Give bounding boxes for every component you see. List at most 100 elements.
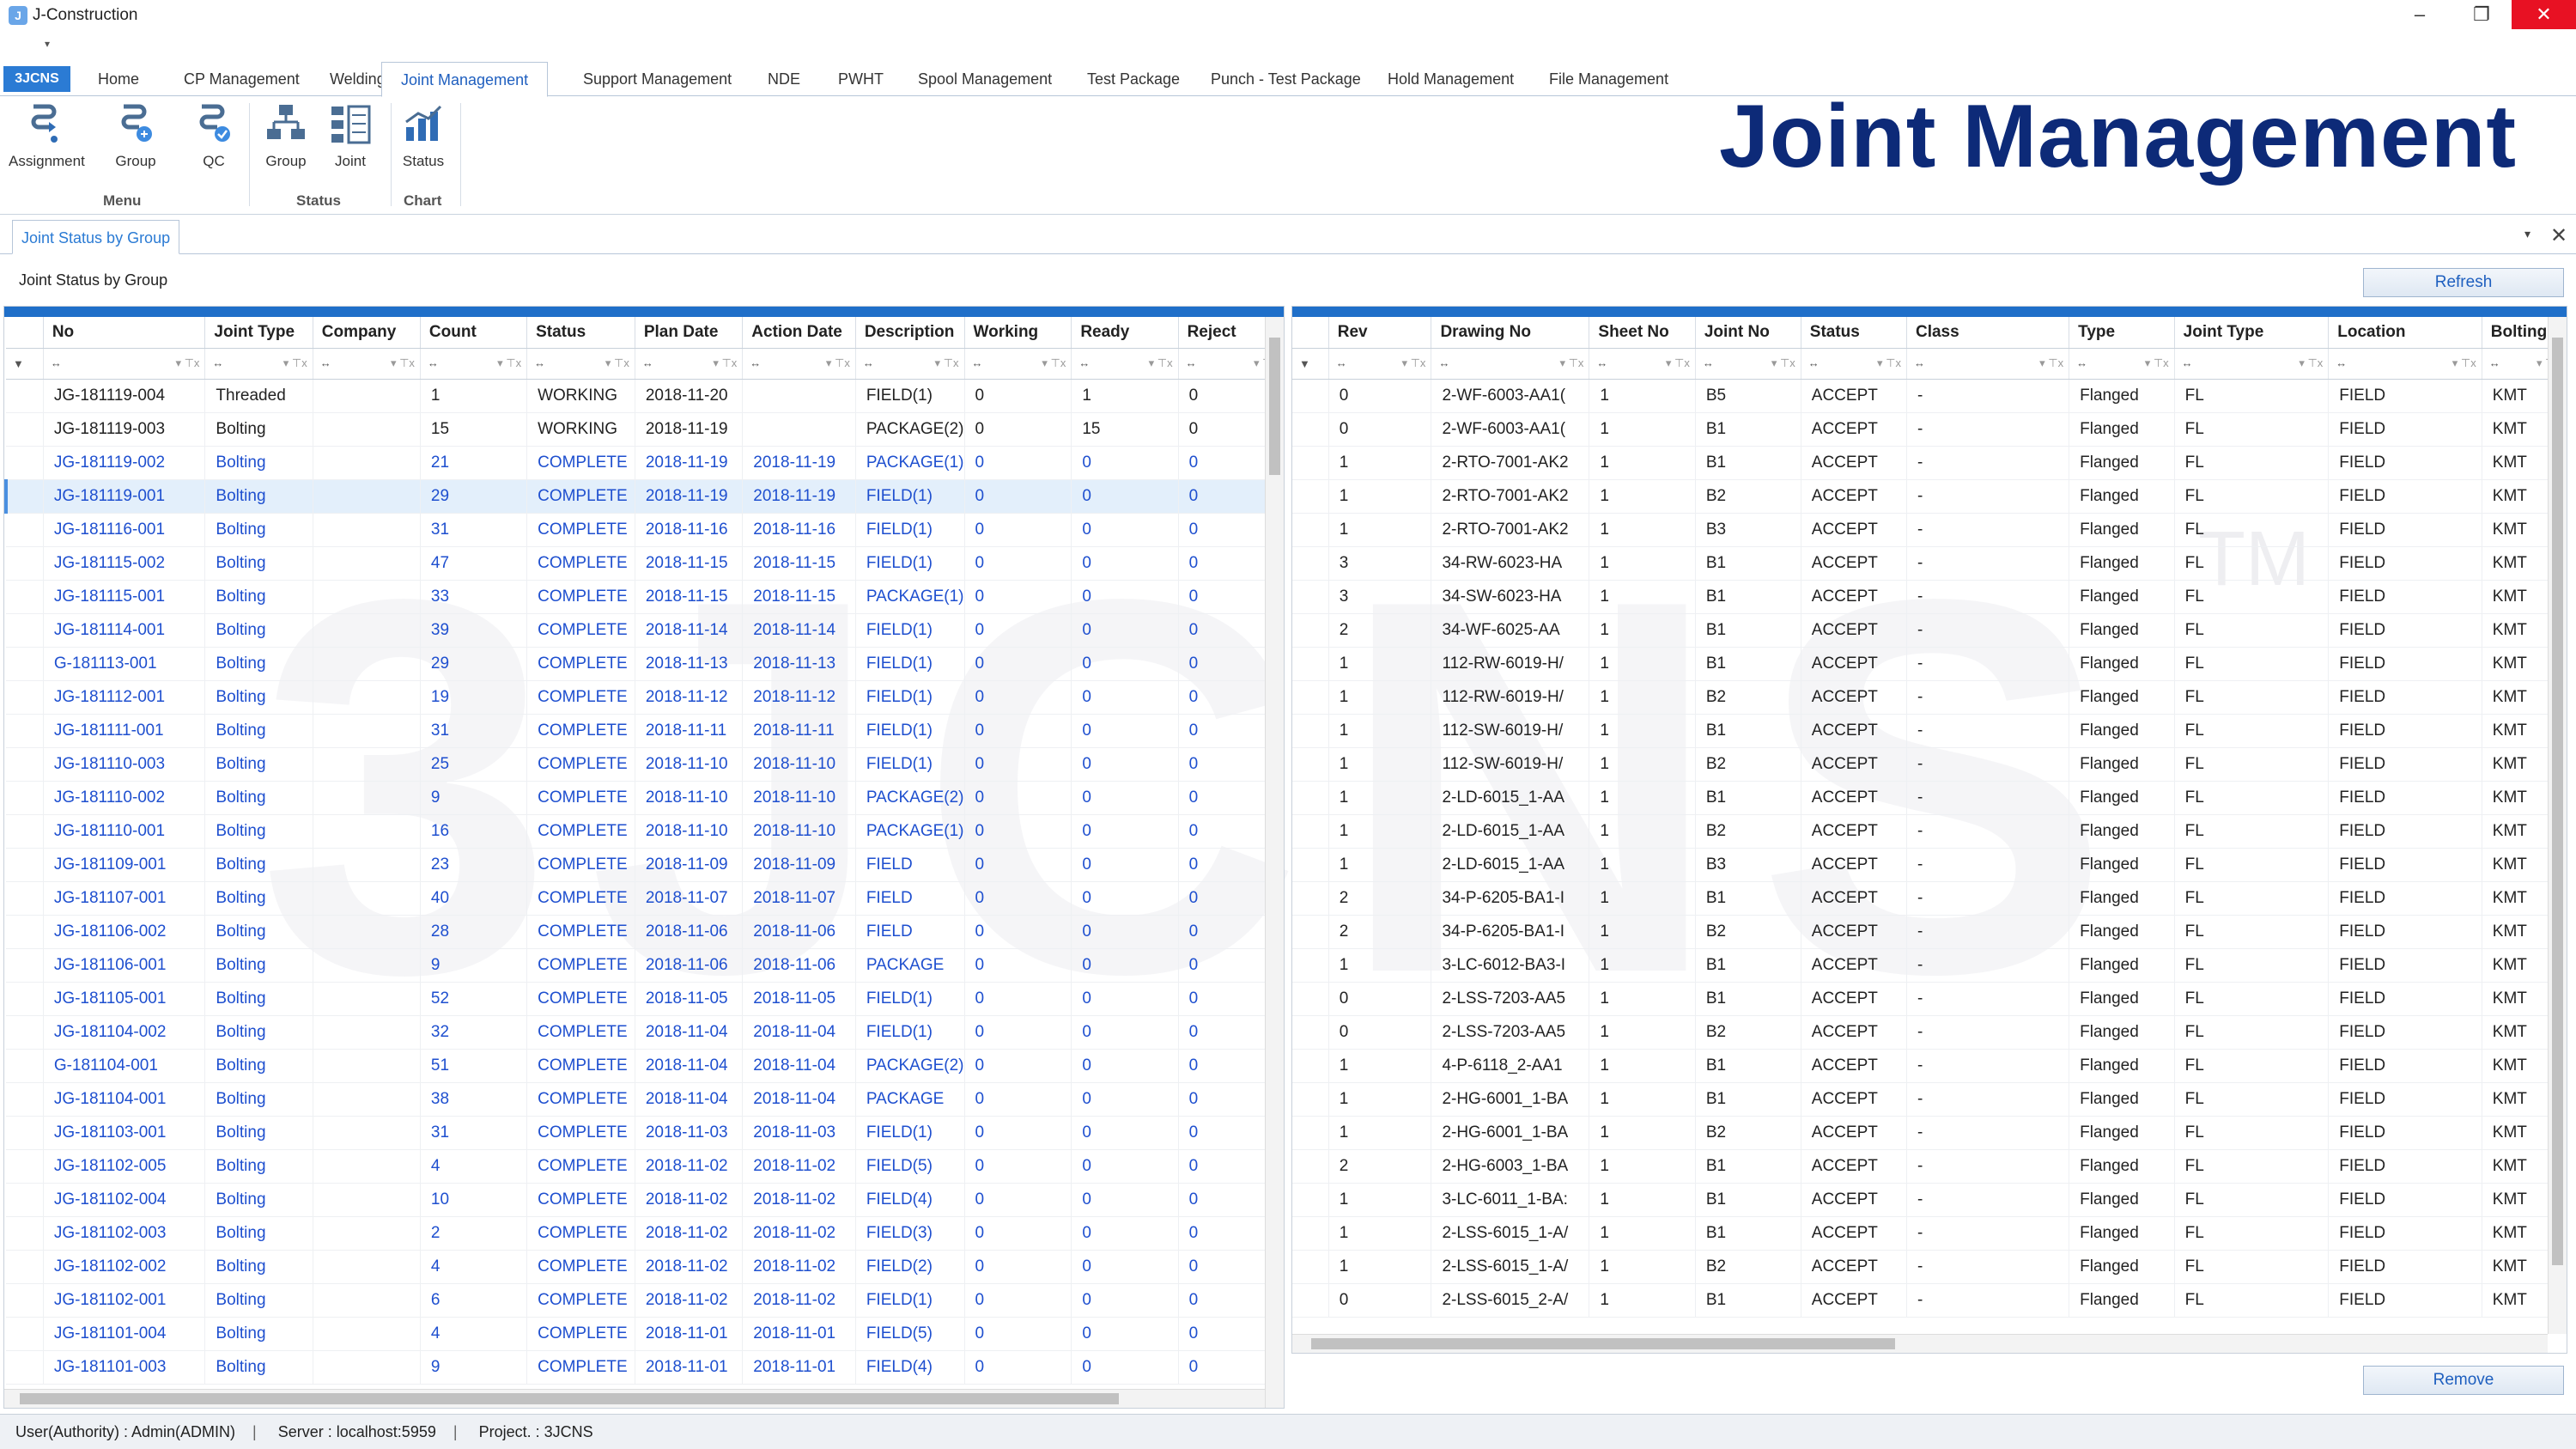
table-row[interactable]: JG-181115-002 Bolting 47 COMPLETE 2018-11-15… — [6, 546, 1284, 581]
table-row[interactable]: JG-181106-002 Bolting 28 COMPLETE 2018-11-06… — [6, 915, 1284, 949]
table-row[interactable]: 1 112-SW-6019-H/1 B1 ACCEPT - Flanged FL FIELD K… — [1292, 714, 2567, 748]
row-indicator[interactable] — [6, 747, 44, 782]
row-indicator[interactable] — [6, 1015, 44, 1050]
column-header-status[interactable]: Status — [1801, 317, 1907, 349]
table-row[interactable]: 0 2-WF-6003-AA1(1 B1 ACCEPT - Flanged FL FIELD K… — [1292, 412, 2567, 447]
tab-support-management[interactable]: Support Management — [580, 62, 735, 96]
row-indicator[interactable] — [6, 1317, 44, 1351]
row-indicator[interactable] — [6, 1049, 44, 1083]
row-indicator[interactable] — [6, 881, 44, 916]
table-row[interactable]: JG-181102-004 Bolting 10 COMPLETE 2018-11-02… — [6, 1183, 1284, 1217]
row-indicator[interactable] — [6, 714, 44, 748]
maximize-button[interactable]: ❐ — [2454, 0, 2509, 29]
row-indicator[interactable] — [1292, 1049, 1329, 1083]
tab-joint-status-by-group[interactable]: Joint Status by Group — [12, 220, 180, 254]
row-indicator[interactable] — [6, 1082, 44, 1117]
filter-cell-status[interactable]: ↔ ▾ ⊤x — [526, 348, 635, 380]
status-group-button[interactable]: Group — [249, 101, 323, 170]
table-row[interactable]: 1 4-P-6118_2-AA1 1 B1 ACCEPT - Flanged FL FIELD K… — [1292, 1049, 2567, 1083]
chart-status-button[interactable]: Status — [386, 101, 460, 170]
filter-cell-class[interactable]: ↔ ▾ ⊤x — [1906, 348, 2070, 380]
row-indicator[interactable] — [6, 680, 44, 715]
column-header-joint-type[interactable]: Joint Type — [204, 317, 313, 349]
row-indicator[interactable] — [6, 1149, 44, 1184]
column-header-class[interactable]: Class — [1906, 317, 2070, 349]
tab-app-menu[interactable]: 3JCNS — [3, 66, 70, 92]
table-row[interactable]: JG-181114-001 Bolting 39 COMPLETE 2018-11-14… — [6, 613, 1284, 648]
row-indicator[interactable] — [6, 915, 44, 949]
row-indicator[interactable] — [6, 613, 44, 648]
filter-cell-description[interactable]: ↔ ▾ ⊤x — [855, 348, 965, 380]
row-indicator[interactable] — [1292, 580, 1329, 614]
table-row[interactable]: 3 34-SW-6023-HA 1 B1 ACCEPT - Flanged FL FIELD KM… — [1292, 580, 2567, 614]
refresh-button[interactable]: Refresh — [2363, 268, 2564, 297]
row-indicator[interactable] — [6, 982, 44, 1016]
filter-cell-type[interactable]: ↔ ▾ ⊤x — [2069, 348, 2175, 380]
scroll-thumb[interactable] — [20, 1393, 1119, 1404]
row-indicator[interactable] — [6, 379, 44, 413]
tab-cp-management[interactable]: CP Management — [180, 62, 303, 96]
table-row[interactable]: JG-181102-005 Bolting 4 COMPLETE 2018-11-02 2… — [6, 1149, 1284, 1184]
column-header-company[interactable]: Company — [313, 317, 421, 349]
column-header-joint-no[interactable]: Joint No — [1695, 317, 1801, 349]
row-indicator[interactable] — [6, 1250, 44, 1284]
row-indicator[interactable] — [6, 814, 44, 849]
row-indicator[interactable] — [6, 1116, 44, 1150]
table-row[interactable]: JG-181101-004 Bolting 4 COMPLETE 2018-11-01 2… — [6, 1317, 1284, 1351]
table-row[interactable]: G-181113-001 Bolting 29 COMPLETE 2018-11-13 2… — [6, 647, 1284, 681]
table-row[interactable]: JG-181110-001 Bolting 16 COMPLETE 2018-11-10… — [6, 814, 1284, 849]
column-header-sheet-no[interactable]: Sheet No — [1589, 317, 1696, 349]
filter-icon[interactable]: ▼ — [6, 348, 44, 380]
table-row[interactable]: 0 2-WF-6003-AA1(1 B5 ACCEPT - Flanged FL FIELD K… — [1292, 379, 2567, 413]
table-row[interactable]: JG-181119-002 Bolting 21 COMPLETE 2018-11-19… — [6, 446, 1284, 480]
status-joint-button[interactable]: Joint — [313, 101, 387, 170]
row-indicator[interactable] — [1292, 1183, 1329, 1217]
table-row[interactable]: JG-181102-002 Bolting 4 COMPLETE 2018-11-02 2… — [6, 1250, 1284, 1284]
filter-cell-working[interactable]: ↔ ▾ ⊤x — [964, 348, 1072, 380]
row-indicator[interactable] — [1292, 1250, 1329, 1284]
column-header-type[interactable]: Type — [2069, 317, 2175, 349]
quick-access-toolbar-dropdown[interactable]: ▾ — [45, 38, 50, 50]
filter-cell-joint-type[interactable]: ↔ ▾ ⊤x — [2174, 348, 2330, 380]
row-indicator[interactable] — [1292, 881, 1329, 916]
table-row[interactable]: 1 2-LD-6015_1-AA 1 B2 ACCEPT - Flanged FL FIELD K… — [1292, 814, 2567, 849]
row-indicator[interactable] — [1292, 513, 1329, 547]
table-row[interactable]: JG-181109-001 Bolting 23 COMPLETE 2018-11-09… — [6, 848, 1284, 882]
row-indicator[interactable] — [6, 1283, 44, 1318]
table-row[interactable]: JG-181107-001 Bolting 40 COMPLETE 2018-11-07… — [6, 881, 1284, 916]
filter-cell-ready[interactable]: ↔ ▾ ⊤x — [1071, 348, 1179, 380]
tab-nde[interactable]: NDE — [764, 62, 804, 96]
row-indicator[interactable] — [6, 647, 44, 681]
table-row[interactable]: JG-181104-001 Bolting 38 COMPLETE 2018-11-04… — [6, 1082, 1284, 1117]
tab-joint-management[interactable]: Joint Management — [381, 62, 549, 97]
tab-dropdown-icon[interactable]: ▾ — [2524, 227, 2530, 241]
table-row[interactable]: JG-181105-001 Bolting 52 COMPLETE 2018-11-05… — [6, 982, 1284, 1016]
row-indicator[interactable] — [1292, 479, 1329, 514]
row-indicator[interactable] — [1292, 412, 1329, 447]
table-row[interactable]: 1 112-SW-6019-H/1 B2 ACCEPT - Flanged FL FIELD K… — [1292, 747, 2567, 782]
menu-group-button[interactable]: Group — [99, 101, 173, 170]
tab-file-management[interactable]: File Management — [1546, 62, 1672, 96]
row-indicator[interactable] — [1292, 1216, 1329, 1251]
row-indicator[interactable] — [1292, 747, 1329, 782]
table-row[interactable]: JG-181116-001 Bolting 31 COMPLETE 2018-11-16… — [6, 513, 1284, 547]
row-indicator[interactable] — [1292, 915, 1329, 949]
table-row[interactable]: 1 3-LC-6012-BA3-I 1 B1 ACCEPT - Flanged FL FIELD… — [1292, 948, 2567, 983]
filter-cell-no[interactable]: ↔ ▾ ⊤x — [43, 348, 206, 380]
vertical-scrollbar[interactable] — [2548, 317, 2567, 1334]
tab-hold-management[interactable]: Hold Management — [1384, 62, 1517, 96]
table-row[interactable]: 1 3-LC-6011_1-BA: 1 B1 ACCEPT - Flanged FL FIELD… — [1292, 1183, 2567, 1217]
table-row[interactable]: JG-181101-003 Bolting 9 COMPLETE 2018-11-01 2… — [6, 1350, 1284, 1385]
row-indicator[interactable] — [1292, 714, 1329, 748]
row-indicator[interactable] — [6, 580, 44, 614]
table-row[interactable]: JG-181110-003 Bolting 25 COMPLETE 2018-11-10… — [6, 747, 1284, 782]
table-row[interactable]: 2 34-P-6205-BA1-I 1 B2 ACCEPT - Flanged FL FIELD… — [1292, 915, 2567, 949]
column-header-no[interactable]: No — [43, 317, 206, 349]
column-header-location[interactable]: Location — [2328, 317, 2482, 349]
tab-home[interactable]: Home — [94, 62, 143, 96]
table-row[interactable]: 1 2-RTO-7001-AK2 1 B3 ACCEPT - Flanged FL FIELD K… — [1292, 513, 2567, 547]
column-header-working[interactable]: Working — [964, 317, 1072, 349]
filter-cell-drawing-no[interactable]: ↔ ▾ ⊤x — [1431, 348, 1590, 380]
tab-welding[interactable]: Welding — [326, 62, 389, 96]
table-row[interactable]: 0 2-LSS-6015_2-A/1 B1 ACCEPT - Flanged FL FIELD… — [1292, 1283, 2567, 1318]
